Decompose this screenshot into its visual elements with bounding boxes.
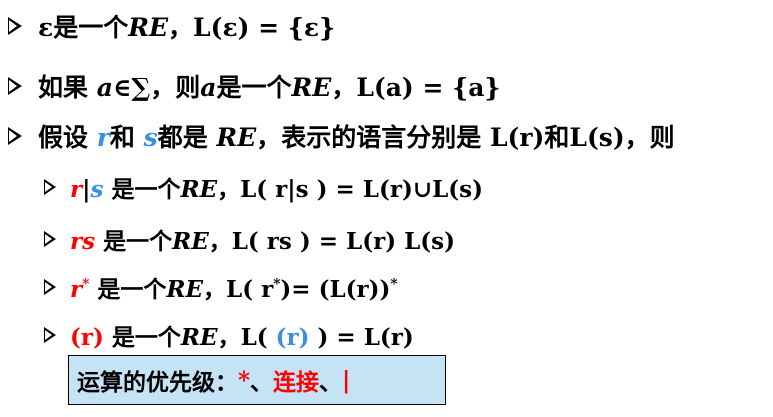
bullet-line-2: 如果 a∈∑，则a是一个RE，L(a) = {a} [8, 68, 500, 104]
sub-line-4-text: (r) 是一个RE，L( (r) ) = L(r) [70, 324, 414, 351]
line-2-text: 如果 a∈∑，则a是一个RE，L(a) = {a} [38, 73, 501, 102]
sub-line-2-text: rs 是一个RE，L( rs ) = L(r) L(s) [70, 228, 456, 255]
arrow-bullet-icon [44, 327, 56, 343]
sub-line-concat: rs 是一个RE，L( rs ) = L(r) L(s) [44, 222, 455, 256]
arrow-bullet-icon [44, 279, 56, 295]
bullet-line-1: ε是一个RE，L(ε) = {ε} [8, 8, 335, 44]
arrow-bullet-icon [44, 231, 56, 247]
line-1-text: ε是一个RE，L(ε) = {ε} [38, 13, 336, 42]
arrow-bullet-icon [8, 17, 22, 35]
precedence-sep: 、 [250, 369, 274, 396]
precedence-op-union: | [342, 366, 351, 394]
precedence-op-concat: 连接 [273, 369, 320, 396]
precedence-sep: 、 [319, 369, 343, 396]
arrow-bullet-icon [8, 77, 22, 95]
arrow-bullet-icon [8, 127, 22, 145]
sub-line-union: r|s 是一个RE，L( r|s ) = L(r)∪L(s) [44, 170, 483, 204]
sub-line-paren: (r) 是一个RE，L( (r) ) = L(r) [44, 318, 414, 352]
sub-line-3-text: r* 是一个RE，L( r*)= (L(r))* [70, 276, 398, 303]
line-3-text: 假设 r和 s都是 RE，表示的语言分别是 L(r)和L(s)，则 [38, 123, 675, 152]
precedence-op-star: * [238, 366, 251, 394]
precedence-box: 运算的优先级： *、连接、 | [68, 355, 446, 405]
arrow-bullet-icon [44, 179, 56, 195]
sub-line-1-text: r|s 是一个RE，L( r|s ) = L(r)∪L(s) [70, 176, 484, 203]
bullet-line-3: 假设 r和 s都是 RE，表示的语言分别是 L(r)和L(s)，则 [8, 118, 675, 154]
sub-line-closure: r* 是一个RE，L( r*)= (L(r))* [44, 270, 398, 304]
precedence-label: 运算的优先级： [77, 369, 238, 396]
